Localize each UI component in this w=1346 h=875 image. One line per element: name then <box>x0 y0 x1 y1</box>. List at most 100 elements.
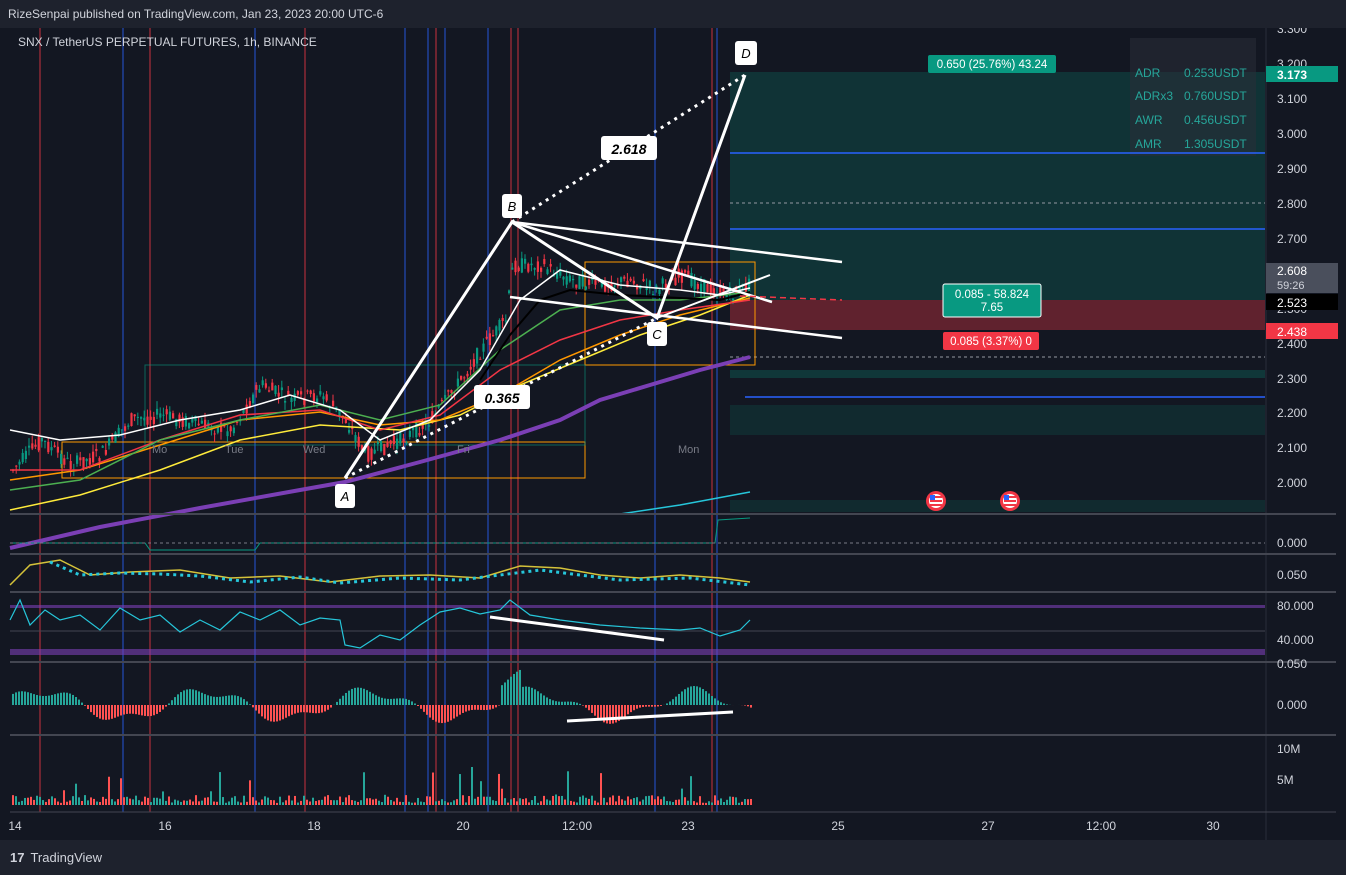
candle-body <box>108 438 111 446</box>
candle-body <box>130 413 133 427</box>
volume-bar <box>717 800 719 805</box>
volume-bar <box>468 796 470 805</box>
candle-body <box>159 413 162 418</box>
macd-bar <box>585 705 587 708</box>
candle-body <box>197 423 200 426</box>
volume-bar <box>150 802 152 805</box>
volume-bar <box>402 802 404 805</box>
rsi-pane[interactable]: 80.000 40.000 <box>9 598 1314 655</box>
stat-value: 0.760USDT <box>1184 89 1247 103</box>
published-caption: RizeSenpai published on TradingView.com,… <box>8 7 384 21</box>
candle-body <box>504 320 507 322</box>
macd-bar <box>222 696 224 705</box>
volume-bar <box>663 796 665 805</box>
macd-bar <box>543 695 545 705</box>
chart-area[interactable]: Mo Tue Wed Fri Mon A B C D 0.365 2.618 0… <box>0 22 1346 840</box>
candle-body <box>322 396 325 400</box>
candle-body <box>613 285 616 287</box>
candle-body <box>575 284 578 288</box>
macd-pane[interactable]: 0.050 0.000 <box>12 657 1307 724</box>
volume-bar <box>576 802 578 805</box>
candle-body <box>213 433 216 435</box>
candle-body <box>399 432 402 444</box>
macd-bar <box>276 705 278 722</box>
day-label: Fri <box>457 444 470 456</box>
candle-body <box>60 453 63 464</box>
pane2-line <box>9 559 751 586</box>
candle-body <box>578 276 581 289</box>
macd-bar <box>171 700 173 705</box>
tradingview-brand[interactable]: 17 TradingView <box>10 850 102 865</box>
candle-body <box>479 358 482 360</box>
macd-bar <box>552 700 554 705</box>
macd-bar <box>639 705 641 708</box>
candle-body <box>66 457 69 459</box>
volume-bar <box>549 800 551 805</box>
macd-bar <box>558 701 560 705</box>
macd-bar <box>336 701 338 705</box>
candle-body <box>143 417 146 421</box>
macd-bar <box>339 698 341 705</box>
time-axis[interactable]: 14 16 18 20 12:00 23 25 27 12:00 30 <box>8 819 1220 833</box>
macd-bar <box>366 690 368 705</box>
candle-body <box>511 267 514 270</box>
time-tick: 27 <box>981 819 995 833</box>
candle-body <box>380 440 383 452</box>
volume-bar <box>345 797 347 805</box>
macd-bar <box>648 705 650 707</box>
brand-name: TradingView <box>30 850 103 865</box>
candle-body <box>524 258 527 264</box>
bottom-bar: 17 TradingView <box>0 840 1346 875</box>
indicator-pane-2[interactable]: 0.050 <box>9 559 1307 587</box>
us-flag-icon[interactable] <box>1000 491 1020 511</box>
macd-bar <box>546 697 548 705</box>
candle-body <box>152 416 155 425</box>
volume-bar <box>51 796 53 805</box>
macd-bar <box>672 699 674 705</box>
volume-bar <box>411 802 413 805</box>
macd-bar <box>102 705 104 720</box>
us-flag-icon[interactable] <box>926 491 946 511</box>
volume-bar <box>450 802 452 805</box>
volume-bar <box>483 796 485 805</box>
day-label: Wed <box>303 444 325 456</box>
volume-bar <box>201 800 203 805</box>
macd-bar <box>690 686 692 705</box>
macd-bar <box>573 701 575 705</box>
volume-bar <box>711 802 713 805</box>
candle-body <box>280 387 283 391</box>
pane2-tick: 0.050 <box>1277 568 1307 582</box>
macd-bar <box>198 691 200 705</box>
candle-body <box>562 276 565 280</box>
candle-body <box>472 359 475 367</box>
candle-body <box>460 375 463 380</box>
volume-bar <box>387 796 389 805</box>
macd-bar <box>678 693 680 705</box>
volume-bar <box>570 800 572 805</box>
volume-bar <box>48 799 50 805</box>
macd-bar <box>381 697 383 705</box>
macd-bar <box>708 693 710 705</box>
pane2-dots <box>49 560 751 587</box>
volume-bar <box>666 801 668 805</box>
time-tick: 25 <box>831 819 845 833</box>
candle-body <box>466 373 469 377</box>
volume-pane[interactable]: 10M 5M <box>12 742 1300 805</box>
volume-bar <box>591 795 593 805</box>
volume-bar <box>702 802 704 805</box>
volume-bar <box>42 800 44 805</box>
zone-band <box>730 500 1265 512</box>
candle-body <box>476 348 479 364</box>
indicator-pane-1[interactable]: 0.000 <box>10 517 1307 551</box>
candle-body <box>76 455 79 464</box>
volume-bar <box>180 801 182 805</box>
volume-bar <box>639 801 641 805</box>
volume-bar <box>474 798 476 805</box>
volume-bar <box>300 800 302 805</box>
volume-bar <box>117 799 119 805</box>
macd-bar <box>549 699 551 705</box>
volume-bar <box>453 800 455 805</box>
candle-body <box>389 440 392 445</box>
chart-svg[interactable]: Mo Tue Wed Fri Mon A B C D 0.365 2.618 0… <box>0 22 1346 840</box>
macd-bar <box>744 705 746 706</box>
